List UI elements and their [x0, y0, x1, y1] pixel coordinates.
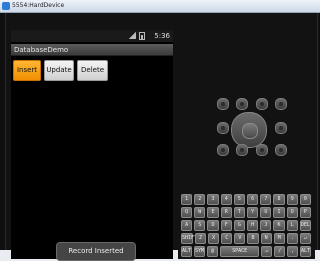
toast-message: Record Inserted — [56, 242, 136, 261]
key[interactable]: 0 — [299, 194, 312, 205]
keyboard-row: SHIFT Z X C V B N M . ↵ — [181, 233, 311, 244]
volume-up-button-icon[interactable] — [256, 144, 268, 156]
update-button[interactable]: Update — [44, 60, 74, 81]
key[interactable]: K — [273, 220, 285, 231]
app-title: DatabaseDemo — [14, 46, 69, 54]
key[interactable]: S — [194, 220, 206, 231]
key[interactable]: C — [221, 233, 233, 244]
keyboard-row: A S D F G H J K L DEL — [181, 220, 312, 231]
dpad[interactable] — [231, 112, 267, 148]
app-title-bar: DatabaseDemo — [11, 44, 173, 56]
end-call-button-icon[interactable] — [275, 122, 287, 134]
key[interactable]: 3 — [207, 194, 219, 205]
key[interactable]: 2 — [194, 194, 206, 205]
power-button-icon[interactable] — [275, 144, 287, 156]
key[interactable]: I — [273, 207, 285, 218]
search-button-icon[interactable] — [275, 98, 287, 110]
status-bar: 5:36 — [11, 30, 173, 42]
key[interactable]: M — [273, 233, 285, 244]
hardware-keyboard: 1 2 3 4 5 6 7 8 9 0 Q W E R T Y U I O P … — [181, 194, 312, 257]
menu-button-icon[interactable] — [236, 98, 248, 110]
key[interactable]: X — [208, 233, 220, 244]
key[interactable]: . — [286, 233, 298, 244]
key[interactable]: P — [299, 207, 312, 218]
device-screen[interactable]: 5:36 DatabaseDemo Insert Update Delete R… — [11, 30, 173, 261]
key[interactable]: Q — [181, 207, 193, 218]
emulator-app-icon — [2, 2, 10, 10]
key[interactable]: / — [274, 246, 286, 257]
key[interactable]: SHIFT — [181, 233, 197, 244]
signal-icon — [129, 32, 136, 39]
keyboard-row: 1 2 3 4 5 6 7 8 9 0 — [181, 194, 312, 205]
window-title: 5554:HardDevice — [12, 2, 65, 9]
key[interactable]: , — [287, 246, 298, 257]
keyboard-row: ALT SYM @ SPACE ↵ / , ALT — [181, 246, 311, 257]
volume-down-button-icon[interactable] — [236, 144, 248, 156]
space-key[interactable]: SPACE — [219, 246, 260, 257]
key[interactable]: O — [286, 207, 298, 218]
key[interactable]: R — [220, 207, 232, 218]
key[interactable]: H — [247, 220, 259, 231]
key[interactable]: F — [220, 220, 232, 231]
status-time: 5:36 — [154, 32, 170, 40]
home-button-icon[interactable] — [217, 98, 229, 110]
key[interactable]: ALT — [181, 246, 193, 257]
keyboard-row: Q W E R T Y U I O P — [181, 207, 312, 218]
key[interactable]: A — [181, 220, 193, 231]
key[interactable]: 9 — [286, 194, 298, 205]
key[interactable]: Z — [195, 233, 207, 244]
dpad-center-button[interactable] — [242, 123, 258, 139]
key[interactable]: G — [233, 220, 246, 231]
back-button-icon[interactable] — [256, 98, 268, 110]
key[interactable]: J — [260, 220, 272, 231]
key[interactable]: SYM — [194, 246, 206, 257]
key[interactable]: 7 — [260, 194, 272, 205]
key[interactable]: @ — [207, 246, 218, 257]
key[interactable]: D — [207, 220, 219, 231]
emulator-window: 5:36 DatabaseDemo Insert Update Delete R… — [0, 13, 320, 261]
key[interactable]: ↵ — [299, 233, 311, 244]
key[interactable]: 8 — [273, 194, 285, 205]
key[interactable]: V — [234, 233, 246, 244]
battery-icon — [139, 32, 145, 40]
key[interactable]: 6 — [247, 194, 259, 205]
status-icons — [129, 32, 145, 40]
key[interactable]: Y — [247, 207, 259, 218]
key[interactable]: B — [247, 233, 259, 244]
key[interactable]: E — [207, 207, 219, 218]
action-buttons: Insert Update Delete — [13, 60, 108, 81]
key[interactable]: DEL — [299, 220, 312, 231]
insert-button[interactable]: Insert — [13, 60, 41, 81]
key[interactable]: N — [260, 233, 272, 244]
hardware-controls: 1 2 3 4 5 6 7 8 9 0 Q W E R T Y U I O P … — [178, 30, 315, 259]
window-titlebar[interactable]: 5554:HardDevice — [0, 0, 320, 13]
key[interactable]: W — [194, 207, 206, 218]
key[interactable]: 5 — [233, 194, 246, 205]
call-button-icon[interactable] — [217, 122, 229, 134]
key[interactable]: 1 — [181, 194, 193, 205]
key[interactable]: T — [233, 207, 246, 218]
key[interactable]: U — [260, 207, 272, 218]
delete-button[interactable]: Delete — [77, 60, 108, 81]
camera-button-icon[interactable] — [217, 144, 229, 156]
key[interactable]: ↵ — [261, 246, 273, 257]
key[interactable]: L — [286, 220, 298, 231]
key[interactable]: 4 — [220, 194, 232, 205]
key[interactable]: ALT — [299, 246, 311, 257]
